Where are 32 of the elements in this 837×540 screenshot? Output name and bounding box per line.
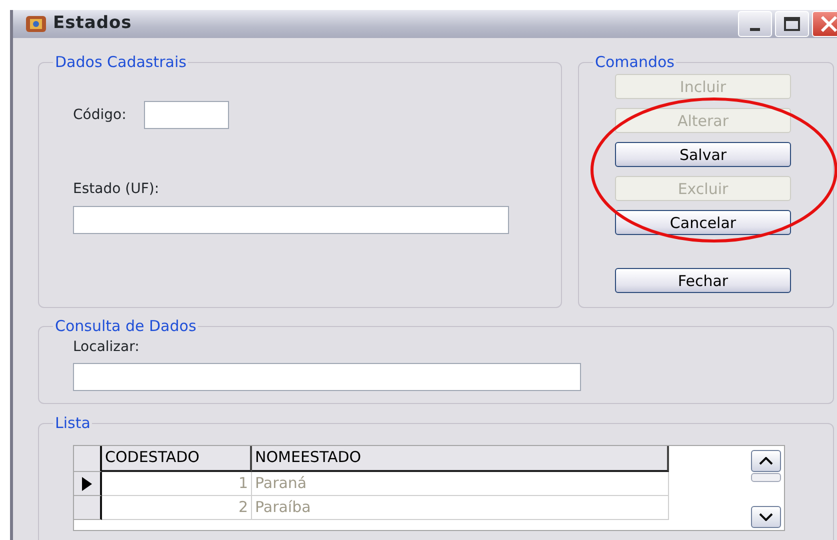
command-button[interactable]: Salvar — [615, 142, 791, 167]
close-button[interactable] — [812, 11, 837, 37]
input-field[interactable] — [144, 101, 230, 129]
table-cell: 2 — [102, 496, 252, 520]
chevron-down-icon — [759, 513, 773, 521]
chevron-up-icon — [759, 457, 773, 465]
table-cell: Paraíba — [252, 496, 669, 520]
row-indicator — [74, 446, 102, 472]
row-indicator[interactable] — [74, 496, 102, 520]
maximize-button[interactable] — [775, 11, 809, 37]
scroll-down-button[interactable] — [751, 506, 781, 528]
field-label: Código: — [73, 106, 126, 124]
window-title: Estados — [53, 12, 132, 36]
command-button[interactable]: Cancelar — [615, 210, 791, 235]
table-cell: Paraná — [252, 472, 669, 496]
table-cell: 1 — [102, 472, 252, 496]
search-field[interactable] — [73, 363, 581, 391]
column-header[interactable]: NOMEESTADO — [252, 446, 669, 472]
field-label: Estado (UF): — [73, 180, 160, 199]
scrollbar-thumb[interactable] — [751, 473, 781, 482]
input-field[interactable] — [73, 206, 509, 234]
column-header[interactable]: CODESTADO — [102, 446, 252, 472]
close-icon — [819, 15, 837, 33]
row-pointer-icon — [81, 476, 93, 490]
command-button[interactable]: Fechar — [615, 268, 791, 293]
scroll-up-button[interactable] — [751, 450, 781, 472]
minimize-button[interactable] — [738, 11, 772, 37]
field-label: Localizar: — [73, 338, 140, 357]
maximize-icon — [783, 16, 801, 32]
row-indicator[interactable] — [74, 472, 102, 496]
minimize-icon — [750, 28, 760, 30]
app-icon — [25, 14, 47, 34]
